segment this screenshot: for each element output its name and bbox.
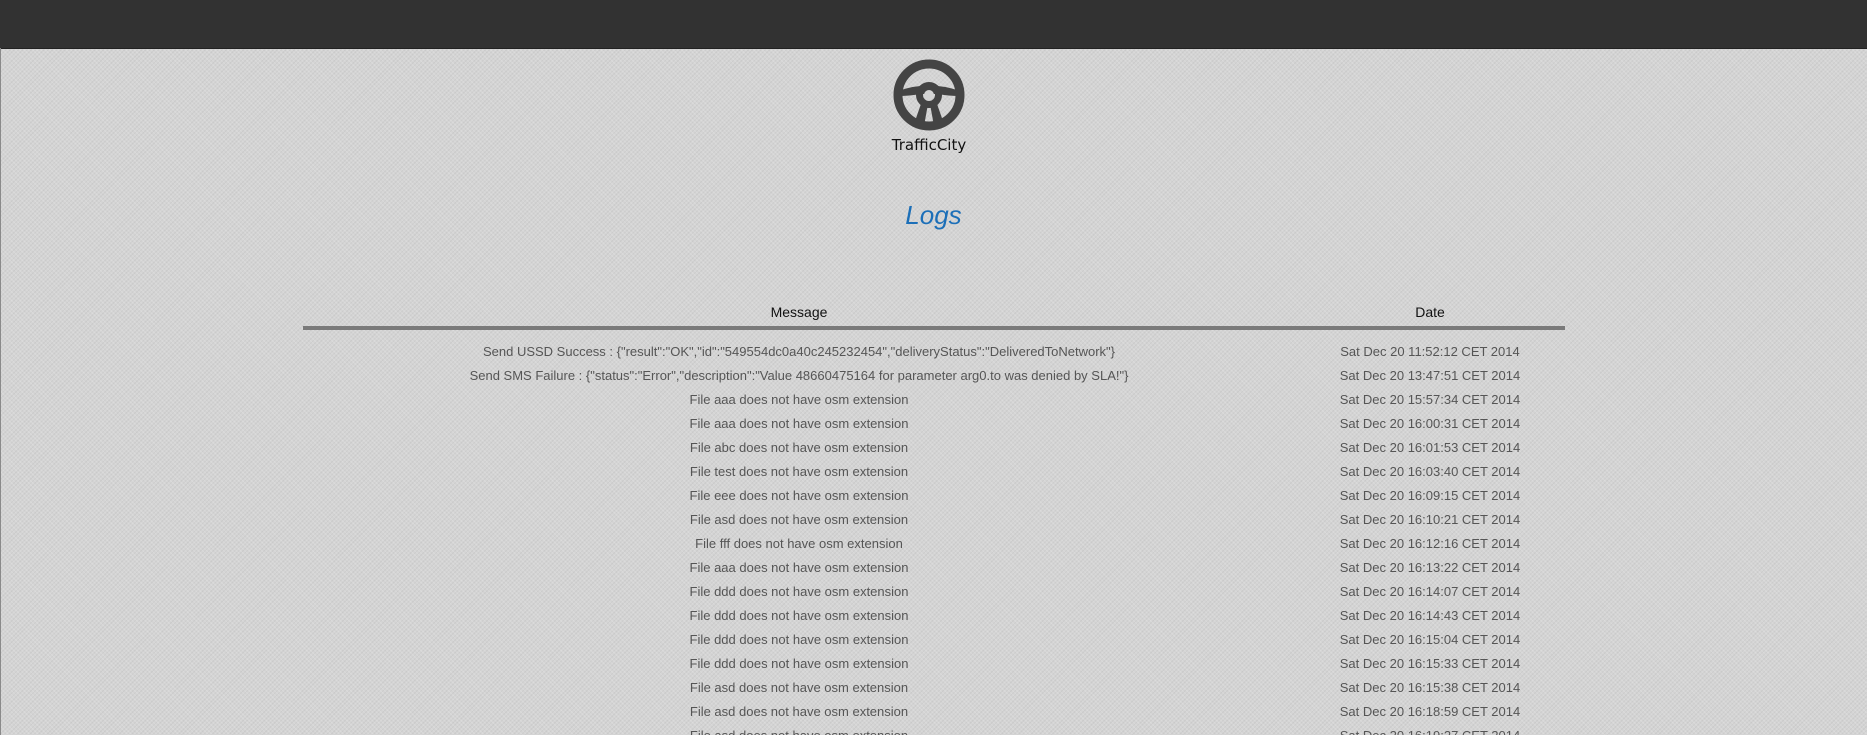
table-row: File ddd does not have osm extension Sat … bbox=[303, 627, 1565, 651]
log-message-cell: File asd does not have osm extension bbox=[689, 727, 909, 735]
log-date-cell: Sat Dec 20 16:18:59 CET 2014 bbox=[1339, 703, 1521, 719]
log-message-cell: Send SMS Failure : {"status":"Error","de… bbox=[469, 367, 1129, 383]
log-date-cell: Sat Dec 20 16:15:33 CET 2014 bbox=[1339, 655, 1521, 671]
log-date-cell: Sat Dec 20 16:09:15 CET 2014 bbox=[1339, 487, 1521, 503]
column-header-date[interactable]: Date bbox=[1295, 296, 1565, 330]
log-message-cell: File fff does not have osm extension bbox=[695, 535, 903, 551]
log-message-cell: File asd does not have osm extension bbox=[689, 679, 909, 695]
table-row: File asd does not have osm extension Sat … bbox=[303, 699, 1565, 723]
table-row: File eee does not have osm extension Sat … bbox=[303, 483, 1565, 507]
table-row: File asd does not have osm extension Sat … bbox=[303, 723, 1565, 735]
table-row: File fff does not have osm extension Sat … bbox=[303, 531, 1565, 555]
table-header-row: Message Date bbox=[303, 296, 1565, 330]
app-name: TrafficCity bbox=[891, 136, 967, 154]
logs-table: Message Date Send USSD Success : {"resul… bbox=[303, 296, 1565, 735]
table-row: File aaa does not have osm extension Sat … bbox=[303, 387, 1565, 411]
log-date-cell: Sat Dec 20 16:14:43 CET 2014 bbox=[1339, 607, 1521, 623]
app-logo[interactable]: TrafficCity bbox=[887, 56, 971, 154]
log-date-cell: Sat Dec 20 13:47:51 CET 2014 bbox=[1339, 367, 1521, 383]
table-row: File ddd does not have osm extension Sat … bbox=[303, 651, 1565, 675]
log-message-cell: File aaa does not have osm extension bbox=[689, 391, 909, 407]
table-row: File aaa does not have osm extension Sat … bbox=[303, 555, 1565, 579]
log-date-cell: Sat Dec 20 16:19:27 CET 2014 bbox=[1339, 727, 1521, 735]
table-row: File aaa does not have osm extension Sat … bbox=[303, 411, 1565, 435]
left-border bbox=[0, 48, 1, 735]
table-row: File ddd does not have osm extension Sat … bbox=[303, 603, 1565, 627]
log-message-cell: File asd does not have osm extension bbox=[689, 703, 909, 719]
log-message-cell: File ddd does not have osm extension bbox=[689, 655, 909, 671]
table-row: Send USSD Success : {"result":"OK","id":… bbox=[303, 339, 1565, 363]
log-date-cell: Sat Dec 20 16:10:21 CET 2014 bbox=[1339, 511, 1521, 527]
table-row: File test does not have osm extension Sat… bbox=[303, 459, 1565, 483]
log-date-cell: Sat Dec 20 16:15:38 CET 2014 bbox=[1339, 679, 1521, 695]
log-date-cell: Sat Dec 20 16:13:22 CET 2014 bbox=[1339, 559, 1521, 575]
log-date-cell: Sat Dec 20 16:01:53 CET 2014 bbox=[1339, 439, 1521, 455]
log-message-cell: File ddd does not have osm extension bbox=[689, 583, 909, 599]
log-date-cell: Sat Dec 20 11:52:12 CET 2014 bbox=[1340, 343, 1520, 359]
column-header-message[interactable]: Message bbox=[303, 296, 1295, 330]
page-title: Logs bbox=[905, 200, 962, 230]
log-message-cell: File abc does not have osm extension bbox=[689, 439, 909, 455]
log-date-cell: Sat Dec 20 16:14:07 CET 2014 bbox=[1339, 583, 1521, 599]
table-row: File asd does not have osm extension Sat … bbox=[303, 675, 1565, 699]
log-message-cell: File aaa does not have osm extension bbox=[689, 559, 909, 575]
log-date-cell: Sat Dec 20 16:03:40 CET 2014 bbox=[1339, 463, 1521, 479]
log-message-cell: Send USSD Success : {"result":"OK","id":… bbox=[482, 343, 1116, 359]
table-row: File abc does not have osm extension Sat … bbox=[303, 435, 1565, 459]
log-message-cell: File eee does not have osm extension bbox=[689, 487, 909, 503]
table-row: Send SMS Failure : {"status":"Error","de… bbox=[303, 363, 1565, 387]
top-navbar bbox=[0, 0, 1867, 49]
log-message-cell: File ddd does not have osm extension bbox=[689, 631, 909, 647]
log-message-cell: File asd does not have osm extension bbox=[689, 511, 909, 527]
log-message-cell: File ddd does not have osm extension bbox=[689, 607, 909, 623]
log-date-cell: Sat Dec 20 16:15:04 CET 2014 bbox=[1339, 631, 1521, 647]
log-date-cell: Sat Dec 20 16:12:16 CET 2014 bbox=[1339, 535, 1521, 551]
log-date-cell: Sat Dec 20 15:57:34 CET 2014 bbox=[1339, 391, 1521, 407]
steering-wheel-icon bbox=[893, 59, 965, 131]
table-row: File ddd does not have osm extension Sat … bbox=[303, 579, 1565, 603]
log-date-cell: Sat Dec 20 16:00:31 CET 2014 bbox=[1339, 415, 1521, 431]
table-row: File asd does not have osm extension Sat … bbox=[303, 507, 1565, 531]
log-message-cell: File test does not have osm extension bbox=[689, 463, 909, 479]
log-message-cell: File aaa does not have osm extension bbox=[689, 415, 909, 431]
